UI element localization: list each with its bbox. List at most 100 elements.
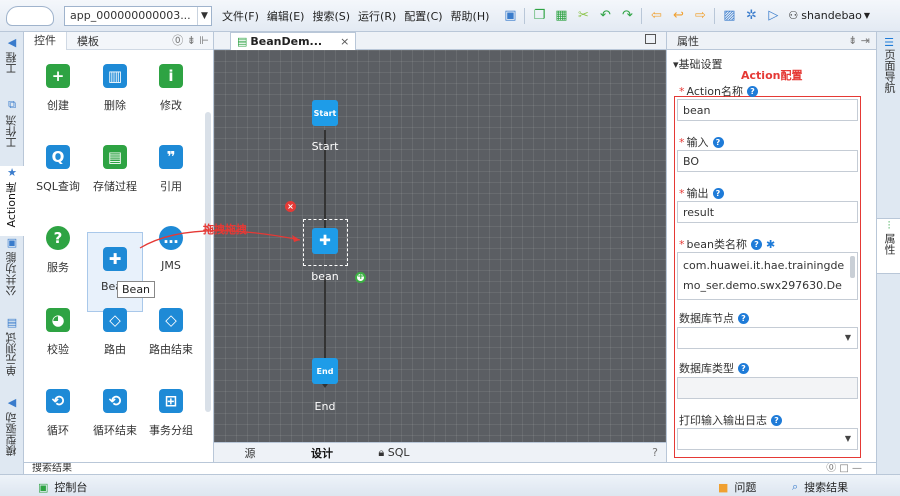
textarea-scrollbar[interactable] (850, 256, 855, 278)
node-bean[interactable]: ✚ (312, 228, 338, 254)
problems-tab[interactable]: ■ 问题 (718, 479, 756, 495)
menu-help[interactable]: 帮助(H) (447, 8, 494, 24)
vtab-properties[interactable]: ⫶ 属性 (877, 218, 900, 274)
vtab-model-driven[interactable]: ◀ 模型驱动 (0, 396, 24, 456)
menu-config[interactable]: 配置(C) (400, 8, 446, 24)
input-field[interactable]: BO (677, 150, 858, 172)
add-icon[interactable]: + (355, 272, 366, 283)
tab-source[interactable]: 源 (214, 445, 286, 461)
field-label-bean-class: * bean类名称 ? ✱ (679, 236, 775, 252)
menu-file[interactable]: 文件(F) (218, 8, 263, 24)
palette-item-validate[interactable]: ◕ 校验 (30, 294, 86, 372)
tab-controls[interactable]: 控件 (24, 31, 67, 50)
vtab-action-library[interactable]: ★ Action库 (0, 166, 24, 236)
image-icon[interactable]: ▨ (720, 7, 738, 25)
vtab-project[interactable]: ◀ 工程 (0, 36, 24, 74)
run-icon[interactable]: ▷ (764, 7, 782, 25)
palette-item-delete[interactable]: ▥ 删除 (87, 50, 143, 128)
palette-item-route[interactable]: ◇ 路由 (87, 294, 143, 372)
console-tab[interactable]: ▣ 控制台 (38, 479, 87, 495)
help-icon[interactable]: ? (738, 312, 749, 324)
palette-item-label: JMS (161, 259, 181, 272)
properties-tools[interactable]: ⇟ ⇥ (848, 32, 870, 50)
bean-class-value: com.huawei.it.hae.trainingdemo_ser.demo.… (683, 259, 845, 292)
route-end-icon: ◇ (159, 308, 183, 332)
vtab-label: 公共功能 (5, 252, 18, 296)
menu-run[interactable]: 运行(R) (354, 8, 400, 24)
node-end[interactable]: End (312, 358, 338, 384)
editor-tab-title: BeanDem... (250, 34, 323, 48)
editor-tab-bean-demo[interactable]: ▤ BeanDem... × (230, 31, 357, 50)
required-mark: * (679, 135, 685, 149)
debug-icon[interactable]: ✲ (742, 7, 760, 25)
app-select[interactable]: app_000000000003... ▼ (64, 5, 212, 26)
node-start[interactable]: Start (312, 100, 338, 126)
help-icon[interactable]: ? (771, 414, 782, 426)
palette-item-modify[interactable]: i 修改 (143, 50, 199, 128)
problems-label: 问题 (734, 481, 757, 494)
vtab-unit-test[interactable]: ▤ 单元测试 (0, 316, 24, 376)
palette-item-loop-end[interactable]: ⟲ 循环结束 (87, 375, 143, 453)
route-icon: ◇ (103, 308, 127, 332)
help-icon[interactable]: ? (652, 446, 658, 459)
output-field[interactable]: result (677, 201, 858, 223)
palette-item-create[interactable]: + 创建 (30, 50, 86, 128)
vtab-label: 工程 (5, 52, 18, 74)
db-node-select[interactable]: ▼ (677, 327, 858, 349)
paste-icon[interactable]: ▦ (552, 7, 570, 25)
return-icon[interactable]: ↩ (669, 7, 687, 25)
loop-end-icon: ⟲ (103, 389, 127, 413)
palette-item-jms[interactable]: … JMS (143, 212, 199, 290)
forward-icon[interactable]: ⇨ (691, 7, 709, 25)
palette-item-sql-query[interactable]: Q SQL查询 (30, 131, 86, 209)
help-icon[interactable]: ? (738, 362, 749, 374)
menu-edit[interactable]: 编辑(E) (263, 8, 309, 24)
label-text: 数据库类型 (679, 362, 734, 375)
save-icon[interactable]: ▣ (501, 7, 519, 25)
log-select[interactable]: ▼ (677, 428, 858, 450)
project-icon: ◀ (7, 36, 17, 49)
field-label-db-type: 数据库类型 ? (679, 360, 749, 376)
close-icon[interactable]: × (340, 35, 349, 48)
chevron-down-icon[interactable]: ▼ (197, 6, 211, 25)
help-icon[interactable]: ? (712, 187, 724, 199)
search-results-tab[interactable]: ⌕ 搜索结果 (792, 479, 848, 495)
action-config-title: Action配置 (741, 69, 803, 82)
palette-item-transaction-group[interactable]: ⊞ 事务分组 (143, 375, 199, 453)
search-strip-tools[interactable]: ⓪ □ — (826, 463, 862, 474)
palette-item-loop[interactable]: ⟲ 循环 (30, 375, 86, 453)
help-icon[interactable]: ? (750, 238, 762, 250)
undo-icon[interactable]: ↶ (596, 7, 614, 25)
vtab-page-nav[interactable]: ☰ 页面导航 (877, 36, 900, 93)
separator (714, 7, 716, 24)
menu-search[interactable]: 搜索(S) (308, 8, 354, 24)
db-type-field[interactable] (677, 377, 858, 399)
flow-canvas[interactable]: Start Start ✚ bean × + End End (214, 50, 666, 442)
palette-tools[interactable]: ⓪ ⇟ ⊩ (172, 32, 209, 50)
bean-class-textarea[interactable]: com.huawei.it.hae.trainingdemo_ser.demo.… (677, 252, 858, 300)
copy-icon[interactable]: ❐ (530, 7, 548, 25)
properties-icon: ⫶ (887, 219, 891, 232)
user-menu[interactable]: ⚇ shandebao ▼ (788, 9, 870, 22)
palette-item-stored-procedure[interactable]: ▤ 存储过程 (87, 131, 143, 209)
vtab-common[interactable]: ▣ 公共功能 (0, 236, 24, 296)
cut-icon[interactable]: ✂ (574, 7, 592, 25)
maximize-icon[interactable] (645, 34, 656, 44)
palette-scrollbar[interactable] (205, 112, 211, 412)
section-basic-settings[interactable]: ▾基础设置 (673, 56, 723, 72)
back-icon[interactable]: ⇦ (647, 7, 665, 25)
vtab-workflow[interactable]: ⧉ 工作流 (0, 98, 24, 148)
vtab-label: 属性 (883, 233, 896, 255)
editor-area: ▤ BeanDem... × Start Start ✚ bean × + En… (214, 31, 666, 462)
help-icon[interactable]: ? (746, 85, 758, 97)
tab-templates[interactable]: 模板 (67, 33, 109, 49)
redo-icon[interactable]: ↷ (618, 7, 636, 25)
palette-item-reference[interactable]: ❞ 引用 (143, 131, 199, 209)
bug-icon[interactable]: ✱ (766, 238, 775, 251)
tab-sql[interactable]: 🔒︎ SQL (358, 446, 430, 460)
help-icon[interactable]: ? (712, 136, 724, 148)
tab-design[interactable]: 设计 (286, 445, 358, 461)
action-name-input[interactable]: bean (677, 99, 858, 121)
palette-item-route-end[interactable]: ◇ 路由结束 (143, 294, 199, 372)
palette-item-service[interactable]: ? 服务 (30, 212, 86, 290)
